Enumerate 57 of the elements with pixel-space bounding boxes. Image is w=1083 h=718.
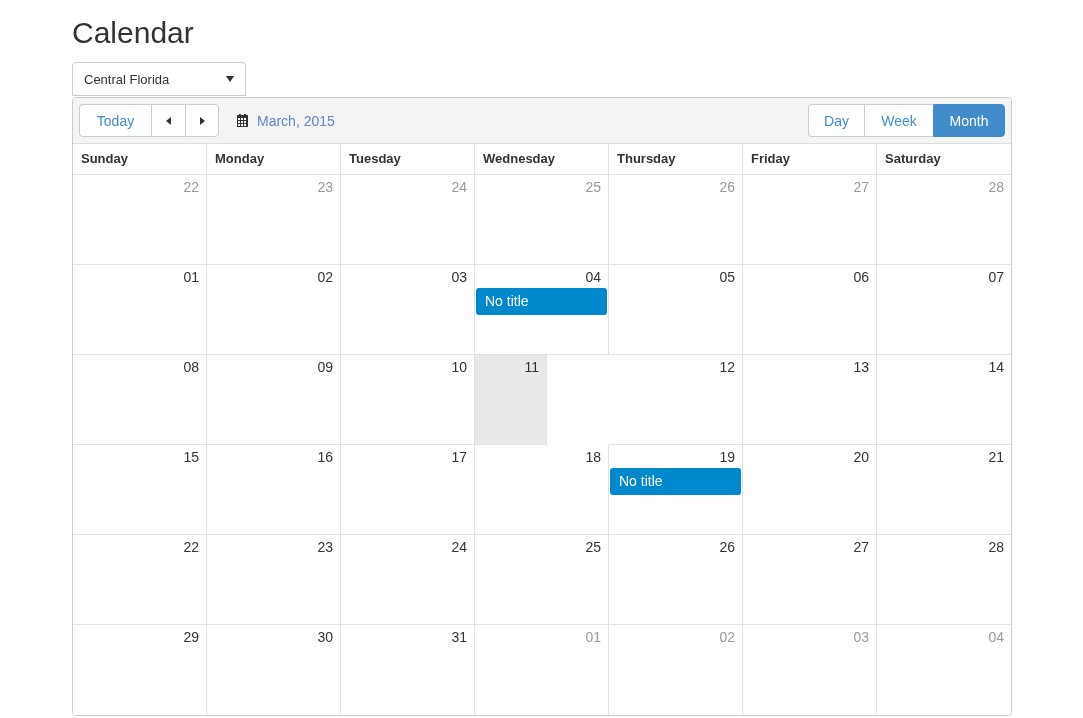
- triangle-left-icon: [166, 116, 171, 125]
- day-number: 29: [183, 629, 199, 644]
- view-button[interactable]: Day: [808, 104, 864, 137]
- day-number: 12: [719, 359, 735, 374]
- view-button[interactable]: Week: [864, 104, 933, 137]
- day-number: 30: [317, 629, 333, 644]
- day-number: 03: [853, 629, 869, 644]
- caret-down-icon: [226, 76, 234, 82]
- day-number: 02: [317, 269, 333, 284]
- day-number: 23: [317, 539, 333, 554]
- region-dropdown[interactable]: Central Florida: [72, 62, 246, 96]
- day-number: 25: [585, 539, 601, 554]
- previous-button[interactable]: [151, 104, 185, 137]
- day-number: 17: [451, 449, 467, 464]
- day-number: 08: [183, 359, 199, 374]
- day-number: 26: [719, 179, 735, 194]
- day-number: 07: [988, 269, 1004, 284]
- day-number: 13: [853, 359, 869, 374]
- page-title: Calendar: [72, 16, 195, 50]
- view-button[interactable]: Month: [933, 104, 1005, 137]
- day-number: 21: [988, 449, 1004, 464]
- day-number: 02: [719, 629, 735, 644]
- day-number: 26: [719, 539, 735, 554]
- day-number: 05: [719, 269, 735, 284]
- day-number: 25: [585, 179, 601, 194]
- today-button[interactable]: Today: [79, 104, 151, 137]
- day-number: 22: [183, 539, 199, 554]
- day-number: 18: [585, 449, 601, 464]
- day-number: 03: [451, 269, 467, 284]
- day-number: 11: [524, 359, 539, 374]
- day-number: 28: [988, 179, 1004, 194]
- event-chip[interactable]: No title: [610, 468, 741, 495]
- day-number: 24: [451, 179, 467, 194]
- day-number: 10: [451, 359, 467, 374]
- day-number: 20: [853, 449, 869, 464]
- event-chip[interactable]: No title: [476, 288, 607, 315]
- day-number: 14: [988, 359, 1004, 374]
- day-number: 06: [853, 269, 869, 284]
- day-number: 04: [988, 629, 1004, 644]
- day-number: 09: [317, 359, 333, 374]
- day-number: 16: [317, 449, 333, 464]
- day-number: 31: [451, 629, 467, 644]
- period-label: March, 2015: [257, 112, 335, 129]
- day-number: 15: [183, 449, 199, 464]
- day-number: 04: [585, 269, 601, 284]
- day-number: 23: [317, 179, 333, 194]
- day-number: 24: [451, 539, 467, 554]
- day-number: 01: [585, 629, 601, 644]
- day-number: 01: [183, 269, 199, 284]
- day-number: 28: [988, 539, 1004, 554]
- day-number: 27: [853, 179, 869, 194]
- day-number: 19: [719, 449, 735, 464]
- triangle-right-icon: [199, 116, 205, 125]
- next-button[interactable]: [185, 104, 219, 137]
- calendar-icon: [237, 114, 248, 127]
- day-number: 22: [183, 179, 199, 194]
- day-number: 27: [853, 539, 869, 554]
